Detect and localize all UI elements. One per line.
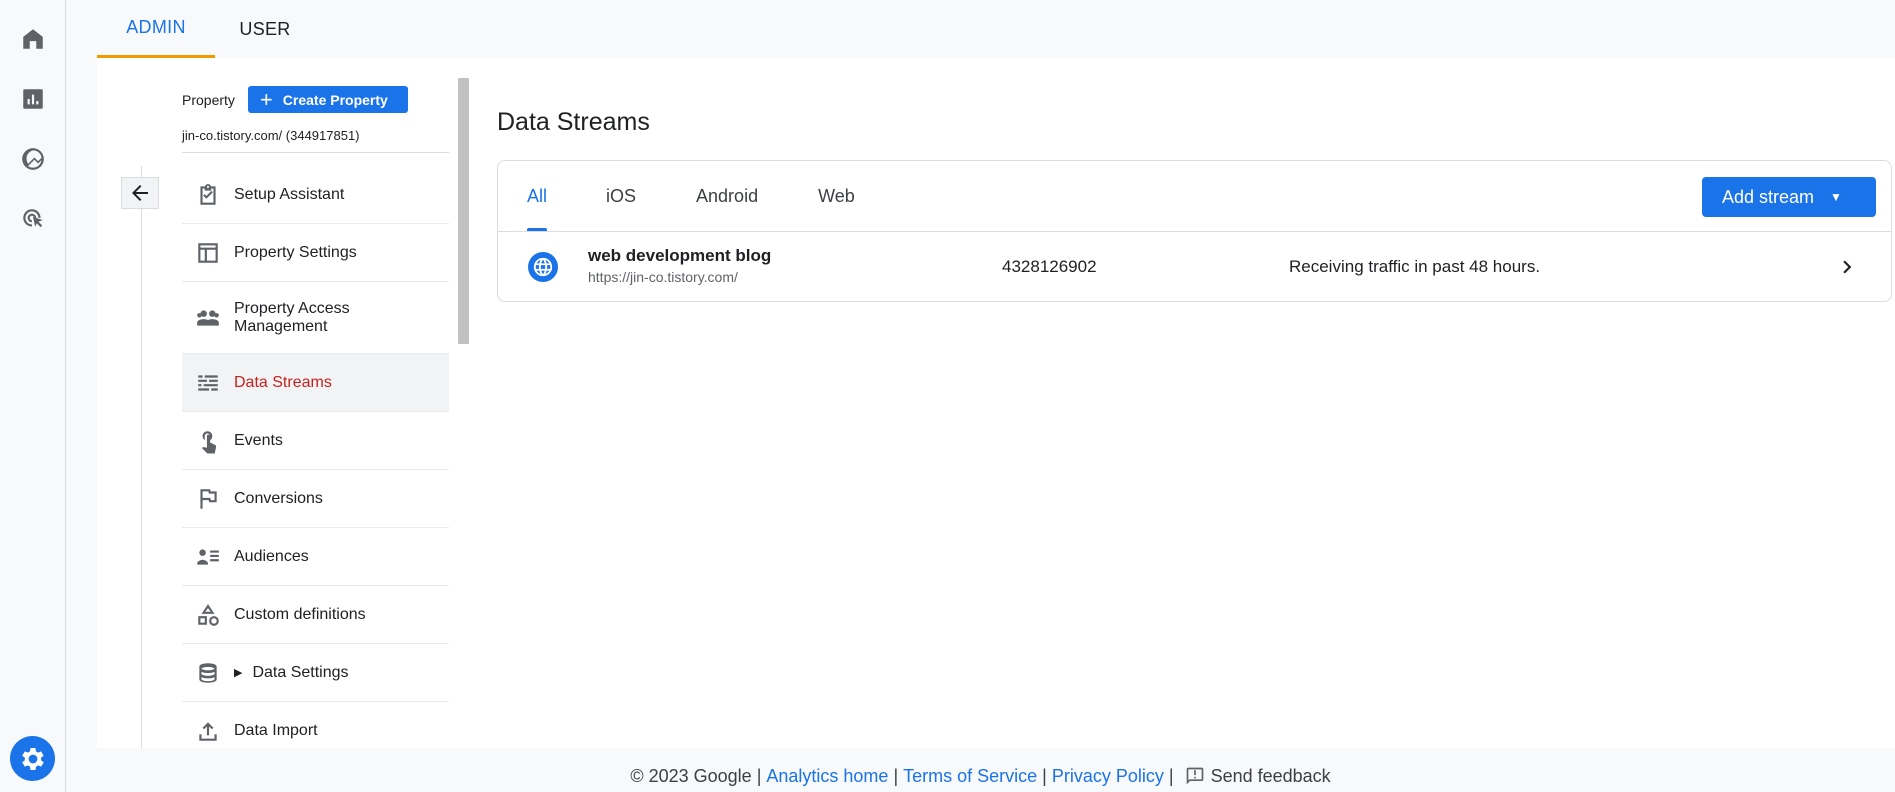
home-icon[interactable] [18, 24, 48, 54]
chevron-right-icon[interactable] [1834, 254, 1860, 280]
back-button[interactable] [121, 177, 159, 209]
stream-id: 4328126902 [1002, 257, 1097, 276]
tab-web[interactable]: Web [818, 161, 855, 231]
touch-icon [182, 428, 234, 454]
nav-item-custom-definitions[interactable]: Custom definitions [182, 586, 449, 644]
nav-label: Property Access Management [234, 299, 350, 335]
data-streams-card: All iOS Android Web Add stream ▼ web dev… [497, 160, 1892, 302]
add-stream-label: Add stream [1722, 186, 1815, 207]
nav-item-property-access-management[interactable]: Property Access Management [182, 282, 449, 354]
nav-scrollbar[interactable] [458, 78, 469, 344]
nav-item-data-import[interactable]: Data Import [182, 702, 449, 748]
separator: | [1168, 765, 1174, 786]
tab-admin[interactable]: ADMIN [97, 0, 215, 58]
nav-item-setup-assistant[interactable]: Setup Assistant [182, 166, 449, 224]
nav-label: Data Import [234, 721, 318, 739]
admin-user-tabs: ADMIN USER [97, 0, 315, 58]
nav-label: Events [234, 431, 283, 449]
stream-status: Receiving traffic in past 48 hours. [1289, 257, 1541, 276]
nav-item-conversions[interactable]: Conversions [182, 470, 449, 528]
left-rail [0, 0, 66, 792]
copyright: © 2023 Google [630, 765, 752, 786]
checklist-icon [182, 182, 234, 208]
dropdown-arrow-icon: ▼ [1830, 190, 1842, 204]
create-property-button[interactable]: + Create Property [247, 86, 408, 113]
upload-icon [182, 718, 234, 744]
advertising-icon[interactable] [18, 204, 48, 234]
nav-item-property-settings[interactable]: Property Settings [182, 224, 449, 282]
flag-icon [182, 486, 234, 512]
nav-item-data-settings[interactable]: ▶ Data Settings [182, 644, 449, 702]
arrow-back-icon [132, 185, 148, 201]
property-name[interactable]: jin-co.tistory.com/ (344917851) [182, 128, 360, 143]
privacy-policy-link[interactable]: Privacy Policy [1052, 766, 1164, 787]
separator: | [756, 765, 762, 786]
page-title: Data Streams [497, 108, 650, 136]
nav-item-data-streams[interactable]: Data Streams [182, 354, 449, 412]
nav-label: Data Settings [252, 663, 349, 681]
terms-of-service-link[interactable]: Terms of Service [903, 766, 1037, 787]
tab-ios[interactable]: iOS [606, 161, 636, 231]
nav-item-audiences[interactable]: Audiences [182, 528, 449, 586]
stream-row[interactable]: web development blog https://jin-co.tist… [498, 232, 1891, 302]
send-feedback-button[interactable]: Send feedback [1185, 766, 1331, 787]
nav-label: Property Settings [234, 243, 357, 261]
expand-caret-icon[interactable]: ▶ [234, 666, 242, 679]
property-label: Property [182, 91, 235, 108]
nav-label: Custom definitions [234, 605, 366, 623]
stream-type-tabs: All iOS Android Web [498, 161, 855, 231]
admin-panel: Property + Create Property jin-co.tistor… [97, 58, 1895, 748]
create-property-label: Create Property [282, 91, 388, 108]
nav-label: Conversions [234, 489, 323, 507]
feedback-icon [1186, 767, 1203, 785]
shapes-icon [182, 602, 234, 628]
nav-item-events[interactable]: Events [182, 412, 449, 470]
add-stream-button[interactable]: Add stream ▼ [1702, 177, 1876, 217]
gear-icon[interactable] [10, 736, 55, 781]
analytics-home-link[interactable]: Analytics home [766, 766, 888, 787]
property-settings-icon [182, 240, 234, 266]
reports-icon[interactable] [18, 84, 48, 114]
explore-icon[interactable] [18, 144, 48, 174]
nav-divider-line [141, 166, 142, 748]
admin-nav: Setup Assistant Property Settings Proper… [182, 166, 449, 748]
nav-label: Setup Assistant [234, 185, 345, 203]
data-streams-icon [182, 370, 234, 396]
property-divider [182, 152, 449, 153]
globe-icon [528, 252, 558, 282]
people-icon [182, 305, 234, 331]
nav-label: Audiences [234, 547, 309, 565]
stream-name: web development blog [588, 246, 772, 265]
stream-url: https://jin-co.tistory.com/ [588, 269, 738, 285]
tab-user[interactable]: USER [215, 0, 315, 58]
audiences-icon [182, 544, 234, 570]
property-header: Property + Create Property [182, 86, 408, 113]
nav-label: Data Streams [234, 373, 332, 391]
separator: | [1042, 765, 1047, 786]
separator: | [893, 765, 899, 786]
send-feedback-label: Send feedback [1210, 765, 1331, 786]
plus-icon: + [259, 86, 273, 112]
database-icon [182, 660, 234, 686]
footer: © 2023 Google | Analytics home | Terms o… [66, 760, 1895, 792]
tab-all[interactable]: All [527, 161, 548, 231]
tab-android[interactable]: Android [696, 161, 758, 231]
